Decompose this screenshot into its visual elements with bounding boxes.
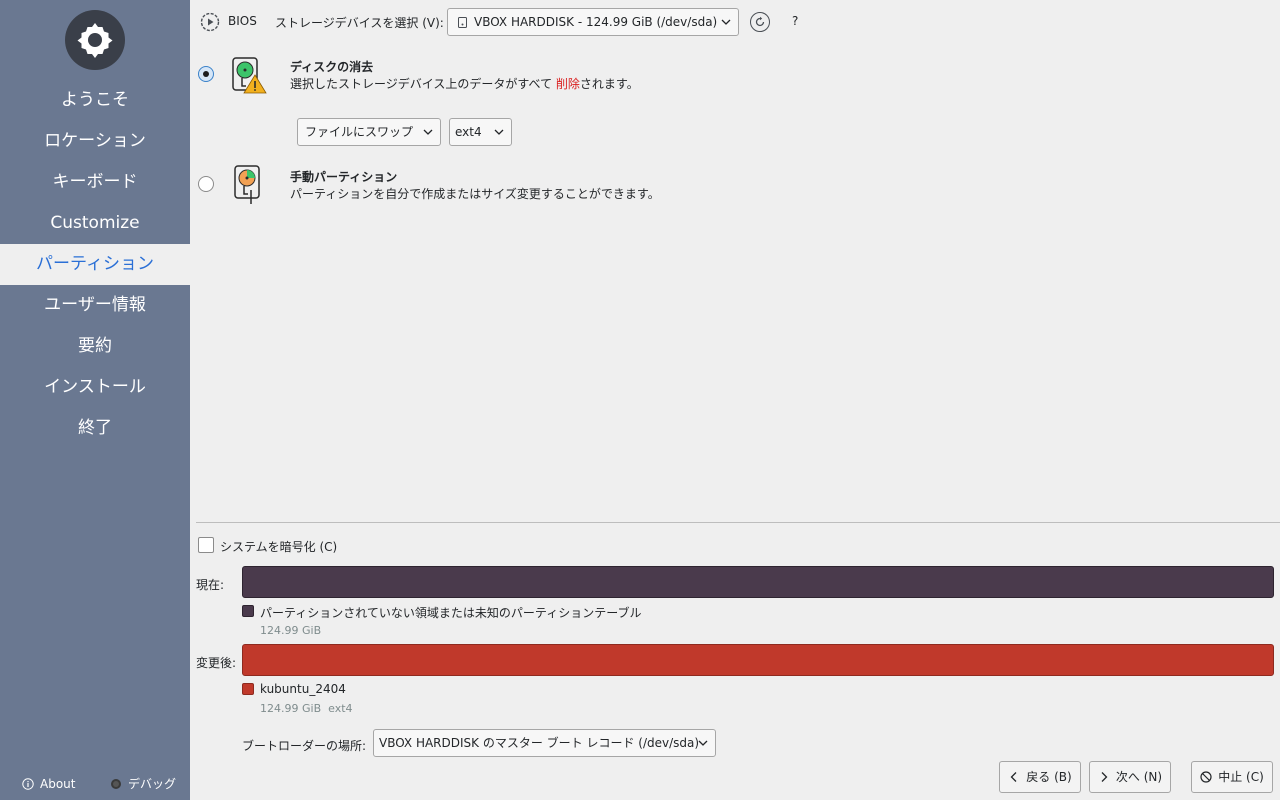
after-legend-size: 124.99 GiB ext4	[260, 702, 353, 715]
sidebar-item-users[interactable]: ユーザー情報	[0, 285, 190, 326]
manual-partition-title: 手動パーティション	[290, 170, 398, 184]
boot-mode-label: BIOS	[228, 14, 257, 28]
info-icon	[22, 778, 34, 790]
device-select-label: ストレージデバイスを選択 (V):	[275, 16, 444, 30]
kubuntu-logo-icon	[65, 10, 125, 70]
erase-disk-radio[interactable]	[198, 66, 214, 82]
chevron-right-icon	[1101, 772, 1108, 782]
debug-button[interactable]: デバッグ	[110, 775, 176, 793]
drive-icon	[458, 17, 467, 28]
sidebar-item-customize[interactable]: Customize	[0, 203, 190, 244]
swap-select-value: ファイルにスワップ	[305, 125, 414, 139]
cancel-icon	[1200, 771, 1212, 783]
bootloader-select-value: VBOX HARDDISK のマスター ブート レコード (/dev/sda)	[379, 736, 700, 750]
partition-page: BIOS ストレージデバイスを選択 (V): VBOX HARDDISK - 1…	[190, 0, 1280, 800]
next-label: 次へ (N)	[1115, 770, 1163, 784]
chevron-down-icon	[423, 129, 433, 135]
current-label: 現在:	[196, 578, 225, 592]
current-legend-label: パーティションされていない領域または未知のパーティションテーブル	[260, 606, 642, 620]
bootloader-label: ブートローダーの場所:	[242, 739, 367, 753]
erase-disk-description: 選択したストレージデバイス上のデータがすべて 削除されます。	[290, 77, 639, 91]
cancel-button[interactable]: 中止 (C)	[1191, 761, 1273, 793]
device-select[interactable]: VBOX HARDDISK - 124.99 GiB (/dev/sda)	[447, 8, 739, 36]
chevron-down-icon	[494, 129, 504, 135]
after-partition-bar	[242, 644, 1274, 676]
bootloader-select[interactable]: VBOX HARDDISK のマスター ブート レコード (/dev/sda)	[373, 729, 716, 757]
after-legend-label: kubuntu_2404	[260, 682, 346, 696]
disk-warning-icon	[232, 57, 267, 94]
sidebar-item-keyboard[interactable]: キーボード	[0, 162, 190, 203]
filesystem-select-value: ext4	[455, 125, 482, 139]
help-button[interactable]: ?	[792, 14, 798, 28]
chevron-down-icon	[721, 19, 731, 25]
cancel-label: 中止 (C)	[1218, 770, 1264, 784]
debug-label: デバッグ	[128, 777, 177, 791]
about-button[interactable]: About	[22, 775, 75, 793]
sidebar-item-location[interactable]: ロケーション	[0, 121, 190, 162]
current-partition-bar	[242, 566, 1274, 598]
about-label: About	[40, 777, 76, 791]
sidebar-item-summary[interactable]: 要約	[0, 326, 190, 367]
section-divider	[196, 522, 1280, 523]
chevron-down-icon	[698, 740, 708, 746]
sidebar-item-finish[interactable]: 終了	[0, 408, 190, 449]
swap-select[interactable]: ファイルにスワップ	[297, 118, 441, 146]
filesystem-select[interactable]: ext4	[449, 118, 512, 146]
refresh-icon	[755, 16, 765, 27]
sidebar-item-welcome[interactable]: ようこそ	[0, 80, 190, 121]
bug-icon	[111, 779, 121, 789]
back-button[interactable]: 戻る (B)	[999, 761, 1081, 793]
disk-manual-icon	[234, 165, 260, 204]
manual-partition-radio[interactable]	[198, 176, 214, 192]
next-button[interactable]: 次へ (N)	[1089, 761, 1171, 793]
current-legend-size: 124.99 GiB	[260, 624, 322, 637]
manual-partition-description: パーティションを自分で作成またはサイズ変更することができます。	[290, 187, 660, 201]
sidebar: ようこそ ロケーション キーボード Customize パーティション ユーザー…	[0, 0, 190, 800]
erase-warning-text: 削除	[555, 77, 580, 91]
sidebar-item-install[interactable]: インストール	[0, 367, 190, 408]
current-legend-swatch	[242, 605, 254, 617]
encrypt-checkbox[interactable]	[198, 537, 214, 553]
back-label: 戻る (B)	[1026, 770, 1072, 784]
boot-mode-icon	[200, 12, 220, 32]
after-label: 変更後:	[196, 656, 237, 670]
erase-disk-title: ディスクの消去	[290, 60, 374, 74]
after-legend-swatch	[242, 683, 254, 695]
sidebar-item-partitions[interactable]: パーティション	[0, 244, 190, 285]
device-select-value: VBOX HARDDISK - 124.99 GiB (/dev/sda)	[474, 15, 718, 29]
refresh-button[interactable]	[750, 12, 770, 32]
encrypt-label: システムを暗号化 (C)	[220, 540, 338, 554]
chevron-left-icon	[1010, 772, 1017, 782]
